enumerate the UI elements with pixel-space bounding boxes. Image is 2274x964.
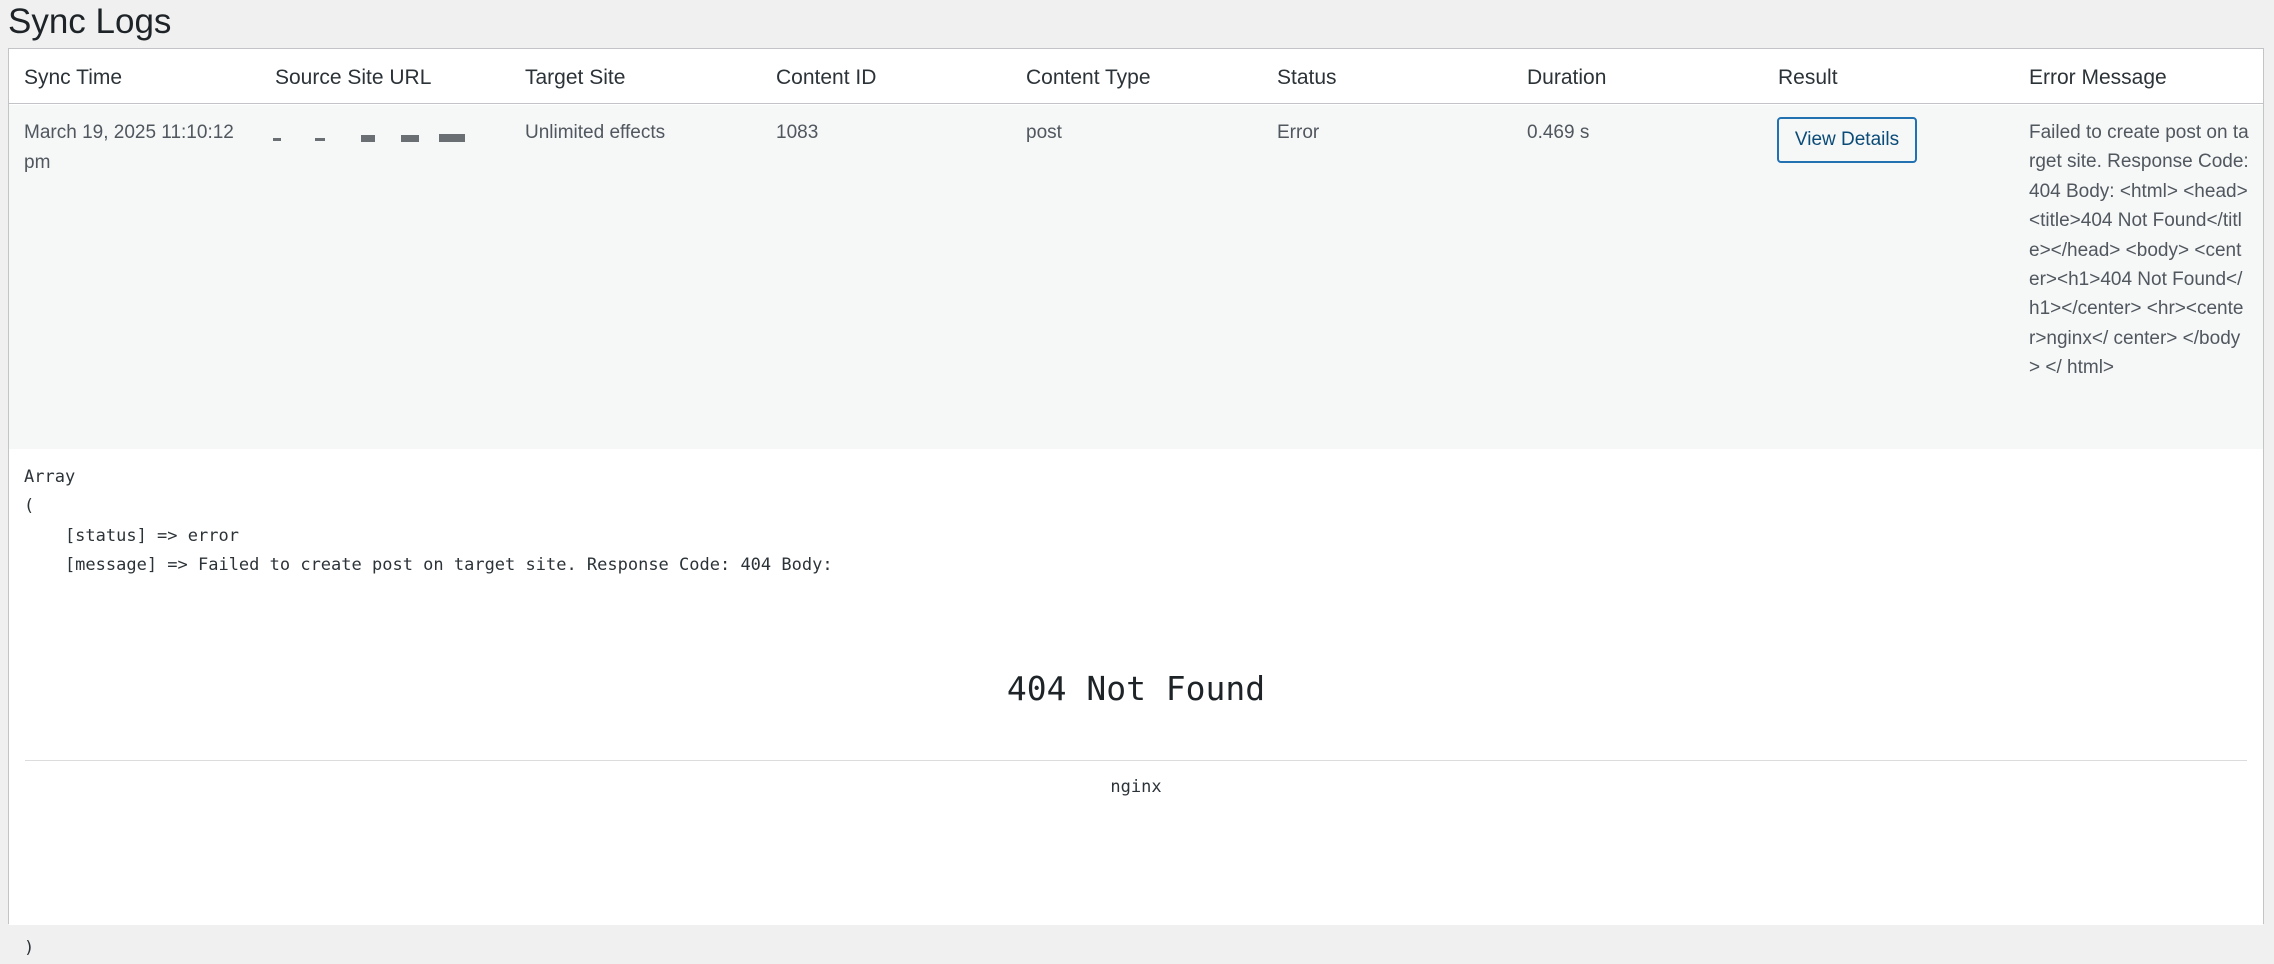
details-close-paren: ) xyxy=(24,938,35,958)
cell-content-id: 1083 xyxy=(776,122,819,143)
column-header-status: Status xyxy=(1277,66,1337,89)
cell-content-type: post xyxy=(1026,122,1062,143)
sync-logs-page: Sync Logs Sync Time Source Site URL Targ… xyxy=(0,0,2274,958)
column-header-target-site: Target Site xyxy=(525,66,626,89)
details-message-line: [message] => Failed to create post on ta… xyxy=(24,555,843,575)
view-details-button[interactable]: View Details xyxy=(1777,117,1917,163)
details-open-paren: ( xyxy=(24,496,35,516)
column-header-duration: Duration xyxy=(1527,66,1607,89)
page-title: Sync Logs xyxy=(8,2,172,41)
status-badge: Error xyxy=(1277,122,1320,143)
server-name: nginx xyxy=(1110,777,1162,797)
sync-time-meridiem: pm xyxy=(24,151,51,173)
not-found-heading: 404 Not Found xyxy=(1006,669,1266,708)
cell-error-message: Failed to create post on target site. Re… xyxy=(2029,122,2249,379)
cell-source-site-url-redacted xyxy=(273,125,473,145)
table-header: Sync Time Source Site URL Target Site Co… xyxy=(9,49,2263,104)
sync-time-date: March 19, 2025 11:10:12 xyxy=(24,122,234,143)
column-header-sync-time: Sync Time xyxy=(24,66,123,89)
sync-logs-table: Sync Time Source Site URL Target Site Co… xyxy=(8,48,2264,958)
horizontal-rule xyxy=(25,760,2247,761)
column-header-error-message: Error Message xyxy=(2029,66,2167,89)
details-status-line: [status] => error xyxy=(24,526,239,546)
details-array-label: Array xyxy=(24,467,76,487)
details-panel: Array ( [status] => error [message] => F… xyxy=(9,449,2263,958)
column-header-source-site-url: Source Site URL xyxy=(275,66,432,89)
cell-sync-time: March 19, 2025 11:10:12 pm xyxy=(24,118,234,177)
column-header-content-id: Content ID xyxy=(776,66,877,89)
column-header-result: Result xyxy=(1778,66,1838,89)
column-header-content-type: Content Type xyxy=(1026,66,1151,89)
table-row: March 19, 2025 11:10:12 pm Unlimited eff… xyxy=(9,105,2263,449)
cell-target-site: Unlimited effects xyxy=(525,122,666,143)
cell-duration: 0.469 s xyxy=(1527,122,1590,143)
